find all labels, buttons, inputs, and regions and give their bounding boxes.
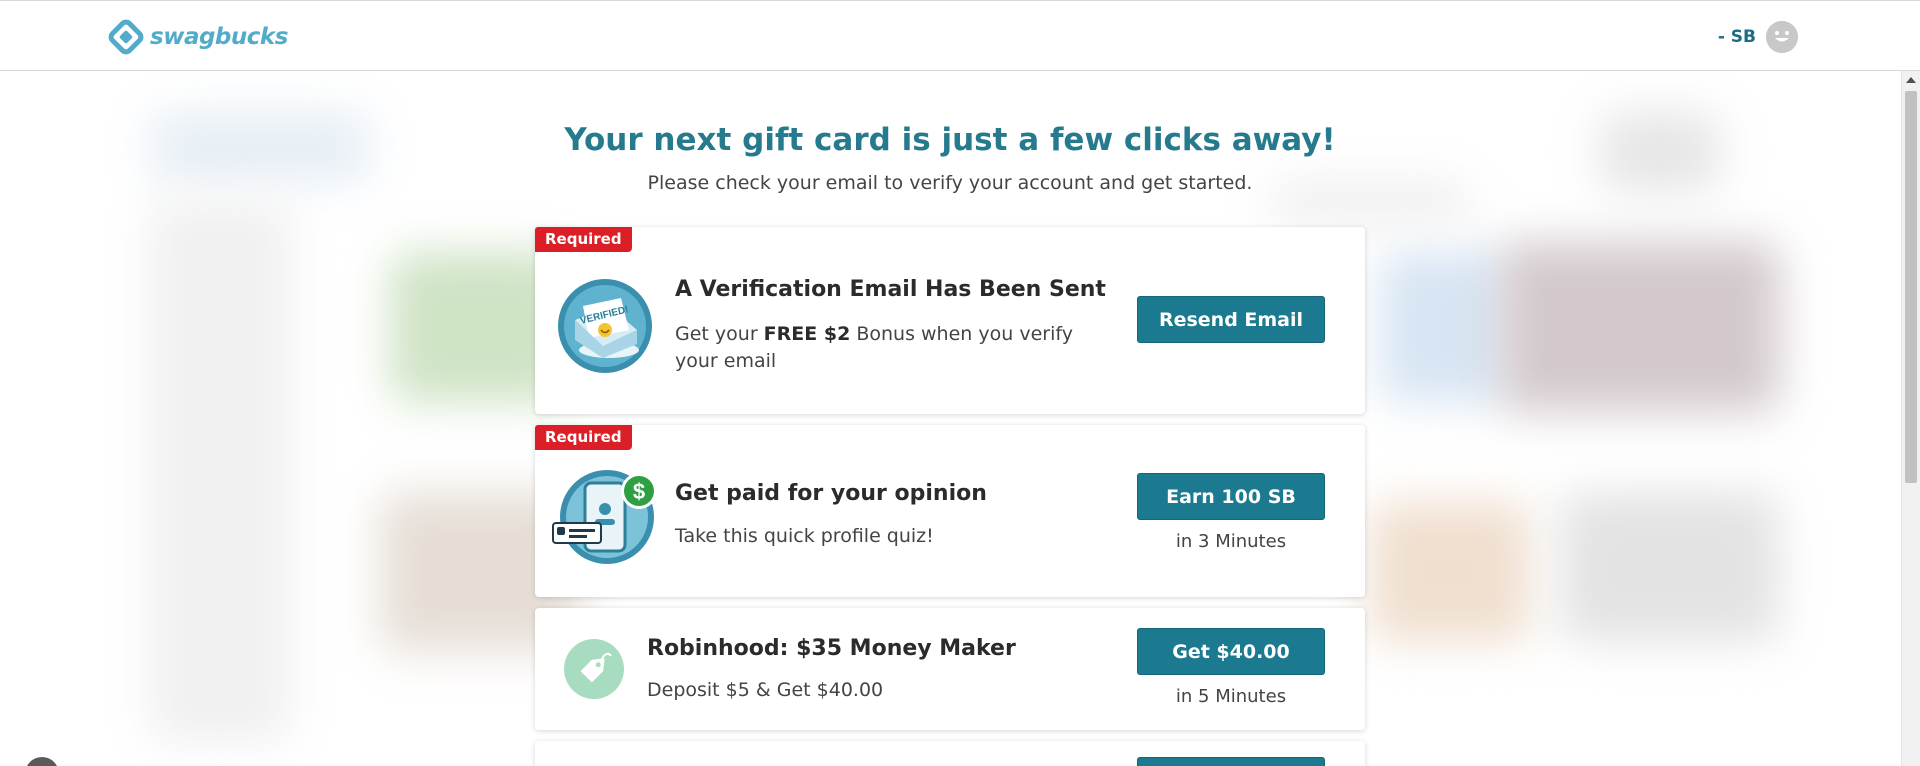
card-description: Take this quick profile quiz! <box>675 525 934 547</box>
top-header: swagbucks - SB <box>0 0 1920 71</box>
get-offer-button[interactable]: Get $40.00 <box>1137 628 1325 675</box>
card-description: Deposit $5 & Get $40.00 <box>647 679 884 701</box>
sb-balance: - SB <box>1717 27 1756 47</box>
time-estimate: in 3 Minutes <box>1175 531 1287 552</box>
resend-email-button[interactable]: Resend Email <box>1137 296 1325 343</box>
verify-email-card: Required VERIFIED! A Verification Email … <box>535 227 1365 414</box>
required-badge: Required <box>535 425 632 450</box>
swagbucks-logo[interactable]: swagbucks <box>108 19 288 55</box>
avatar[interactable] <box>1766 21 1798 53</box>
phone-profile-quiz-icon: $ <box>551 469 663 565</box>
card-description: Get your FREE $2 Bonus when you verify y… <box>675 323 1073 372</box>
bonus-amount: FREE $2 <box>763 323 851 345</box>
dollar-coin-text: $ <box>633 479 645 504</box>
earn-100-sb-button[interactable]: Earn 100 SB <box>1137 473 1325 520</box>
scrollbar-thumb[interactable] <box>1905 91 1917 483</box>
card-title: Get paid for your opinion <box>675 481 987 506</box>
page-title: Your next gift card is just a few clicks… <box>564 122 1336 158</box>
offer-card: Robinhood: $35 Money Maker Deposit $5 & … <box>535 608 1365 730</box>
price-tag-icon <box>563 638 625 700</box>
swagbucks-logo-icon <box>108 19 144 55</box>
card-title: Robinhood: $35 Money Maker <box>647 636 1016 661</box>
user-menu[interactable]: - SB <box>1718 19 1798 55</box>
time-estimate: in 5 Minutes <box>1175 686 1287 707</box>
verified-envelope-icon: VERIFIED! <box>557 278 653 374</box>
avatar-face-icon <box>1766 21 1798 53</box>
logo-text: swagbucks <box>150 24 288 50</box>
offer-card-partial <box>535 741 1365 766</box>
required-badge: Required <box>535 227 632 252</box>
page-subtitle: Please check your email to verify your a… <box>647 172 1253 194</box>
profile-quiz-card: Required $ Get paid for your opinion Tak… <box>535 425 1365 597</box>
onboarding-panel: Your next gift card is just a few clicks… <box>0 72 1900 766</box>
page-scrollbar[interactable] <box>1901 71 1920 766</box>
scroll-up-arrow-icon[interactable] <box>1906 77 1916 83</box>
card-title: A Verification Email Has Been Sent <box>675 277 1106 302</box>
offer-button-partial[interactable] <box>1137 757 1325 766</box>
